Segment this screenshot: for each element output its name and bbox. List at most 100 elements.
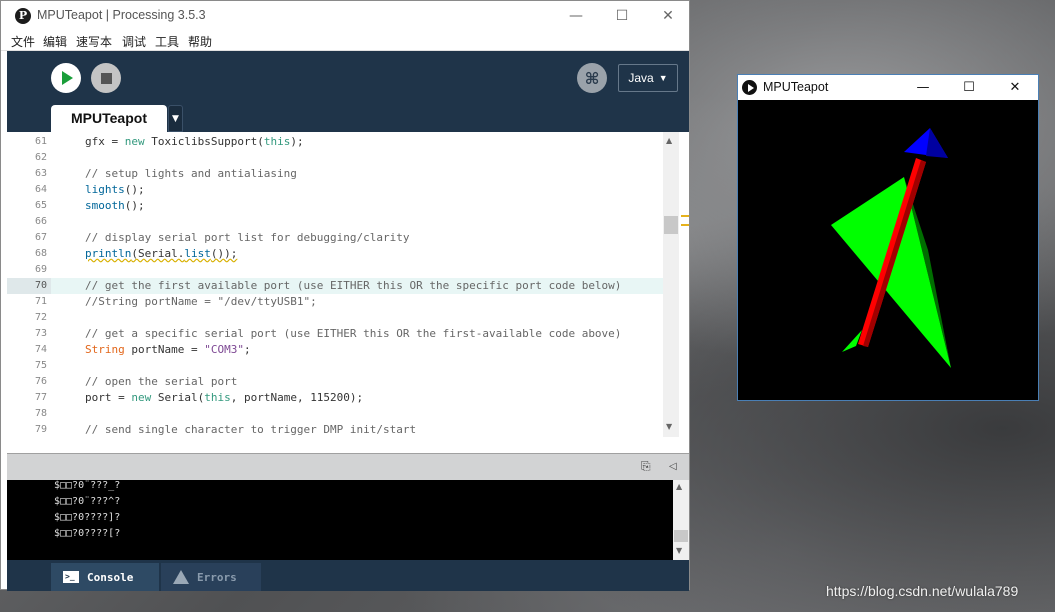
teapot-3d-canvas [831, 128, 951, 368]
maximize-button[interactable]: ☐ [946, 75, 992, 100]
stop-button[interactable] [91, 63, 121, 93]
code-line-text: //String portName = "/dev/ttyUSB1"; [85, 295, 317, 308]
stop-icon [100, 72, 112, 84]
code-line[interactable]: // open the serial port [51, 374, 663, 390]
line-number-gutter: 61 62 63 64 65 66 67 68 69 70 71 72 73 74 75 76 77 78 79 [7, 132, 51, 437]
scroll-down-icon[interactable]: ▼ [676, 546, 682, 555]
code-line[interactable] [51, 150, 663, 166]
code-line[interactable]: // get the first available port (use EIT… [51, 278, 663, 294]
line-number: 72 [34, 312, 47, 323]
code-line[interactable]: // send single character to trigger DMP … [51, 422, 663, 437]
code-line[interactable]: // get a specific serial port (use EITHE… [51, 326, 663, 342]
line-number: 68 [34, 248, 47, 259]
scrollbar-thumb[interactable] [664, 216, 678, 234]
console-line: $□□?0¨???^? [54, 496, 121, 507]
collapse-console-icon[interactable]: ◁ [669, 461, 677, 472]
warning-marker[interactable] [681, 224, 689, 226]
play-icon [62, 71, 73, 85]
sketch-output-window: MPUTeapot — ☐ ✕ [737, 74, 1039, 401]
run-button[interactable] [51, 63, 81, 93]
watermark-text: https://blog.csdn.net/wulala789 [826, 583, 1019, 599]
code-line-text: lights(); [85, 183, 145, 196]
code-line[interactable]: smooth(); [51, 198, 663, 214]
line-number: 78 [34, 408, 47, 419]
menu-help[interactable]: 帮助 [188, 33, 212, 50]
code-line[interactable]: String portName = "COM3"; [51, 342, 663, 358]
code-line[interactable]: // display serial port list for debuggin… [51, 230, 663, 246]
line-number: 77 [34, 392, 47, 403]
line-number: 73 [34, 328, 47, 339]
code-line[interactable] [51, 214, 663, 230]
line-number: 64 [34, 184, 47, 195]
code-line-text: gfx = new ToxiclibsSupport(this); [85, 135, 304, 148]
code-line[interactable]: lights(); [51, 182, 663, 198]
code-editor[interactable]: 61 62 63 64 65 66 67 68 69 70 71 72 73 74 75 76 77 78 79 g… [7, 132, 689, 437]
sketch-window-title: MPUTeapot [763, 80, 829, 94]
console-output[interactable]: $□□?0¨???_? $□□?0¨???^? $□□?0????]? $□□?… [7, 480, 689, 560]
close-button[interactable]: ✕ [645, 1, 691, 31]
console-line: $□□?0????]? [54, 512, 121, 523]
processing-logo-icon: P [15, 8, 31, 24]
menu-debug[interactable]: 调试 [122, 33, 146, 50]
code-line[interactable]: port = new Serial(this, portName, 115200… [51, 390, 663, 406]
code-line[interactable]: gfx = new ToxiclibsSupport(this); [51, 134, 663, 150]
minimize-button[interactable]: — [553, 1, 599, 31]
tab-console-label: Console [87, 570, 134, 584]
console-line: $□□?0¨???_? [54, 480, 121, 491]
code-line-text: // setup lights and antialiasing [85, 167, 297, 180]
menu-sketch[interactable]: 速写本 [76, 33, 112, 50]
code-line[interactable] [51, 262, 663, 278]
menu-edit[interactable]: 编辑 [43, 33, 67, 50]
code-line-text: // get the first available port (use EIT… [85, 279, 622, 292]
scroll-up-icon[interactable]: ▲ [676, 482, 682, 491]
maximize-button[interactable]: ☐ [599, 1, 645, 31]
code-line-text: String portName = "COM3"; [85, 343, 251, 356]
tab-menu-button[interactable]: ▼ [168, 105, 183, 132]
console-line: $□□?0????[? [54, 528, 121, 539]
sketch-titlebar[interactable]: MPUTeapot — ☐ ✕ [738, 75, 1038, 100]
line-number: 67 [34, 232, 47, 243]
debugger-button[interactable]: ⌘ [577, 63, 607, 93]
line-number: 79 [34, 424, 47, 435]
tab-mputeapot[interactable]: MPUTeapot [51, 105, 167, 132]
code-line[interactable]: //String portName = "/dev/ttyUSB1"; [51, 294, 663, 310]
line-number: 61 [34, 136, 47, 147]
mode-selector[interactable]: Java ▼ [618, 64, 678, 92]
minimize-button[interactable]: — [900, 75, 946, 100]
code-line[interactable]: println(Serial.list()); [51, 246, 663, 262]
caret-down-icon: ▼ [172, 114, 179, 124]
code-line[interactable]: // setup lights and antialiasing [51, 166, 663, 182]
caret-down-icon: ▼ [658, 73, 668, 83]
line-number: 65 [34, 200, 47, 211]
line-number: 76 [34, 376, 47, 387]
line-number: 63 [34, 168, 47, 179]
tab-errors-label: Errors [197, 570, 237, 584]
processing-play-icon [742, 80, 757, 95]
console-tabs: >_ Console Errors [7, 560, 689, 591]
code-line[interactable] [51, 406, 663, 422]
menu-file[interactable]: 文件 [11, 33, 35, 50]
processing-ide-window: P MPUTeapot | Processing 3.5.3 — ☐ ✕ 文件 … [0, 0, 690, 591]
tab-console[interactable]: >_ Console [51, 563, 159, 591]
console-scrollbar[interactable]: ▲ ▼ [673, 480, 689, 560]
line-number: 66 [34, 216, 47, 227]
code-line-text: // send single character to trigger DMP … [85, 423, 417, 436]
vertical-scrollbar[interactable]: ▲ ▼ [663, 132, 679, 437]
code-line-text: // get a specific serial port (use EITHE… [85, 327, 622, 340]
scrollbar-thumb[interactable] [674, 530, 688, 542]
code-line[interactable] [51, 358, 663, 374]
close-button[interactable]: ✕ [992, 75, 1038, 100]
ide-titlebar[interactable]: P MPUTeapot | Processing 3.5.3 — ☐ ✕ [1, 1, 689, 31]
tab-errors[interactable]: Errors [161, 563, 261, 591]
scroll-down-icon[interactable]: ▼ [666, 422, 672, 431]
menu-bar: 文件 编辑 速写本 调试 工具 帮助 [1, 31, 689, 51]
copy-console-icon[interactable]: ⎘ [641, 459, 651, 474]
warning-marker[interactable] [681, 215, 689, 217]
scroll-up-icon[interactable]: ▲ [666, 136, 672, 145]
code-line-text: // open the serial port [85, 375, 238, 388]
menu-tools[interactable]: 工具 [155, 33, 179, 50]
code-area[interactable]: gfx = new ToxiclibsSupport(this); // setu… [51, 132, 663, 437]
code-line[interactable] [51, 310, 663, 326]
code-line-text: port = new Serial(this, portName, 115200… [85, 391, 364, 404]
line-number: 62 [34, 152, 47, 163]
